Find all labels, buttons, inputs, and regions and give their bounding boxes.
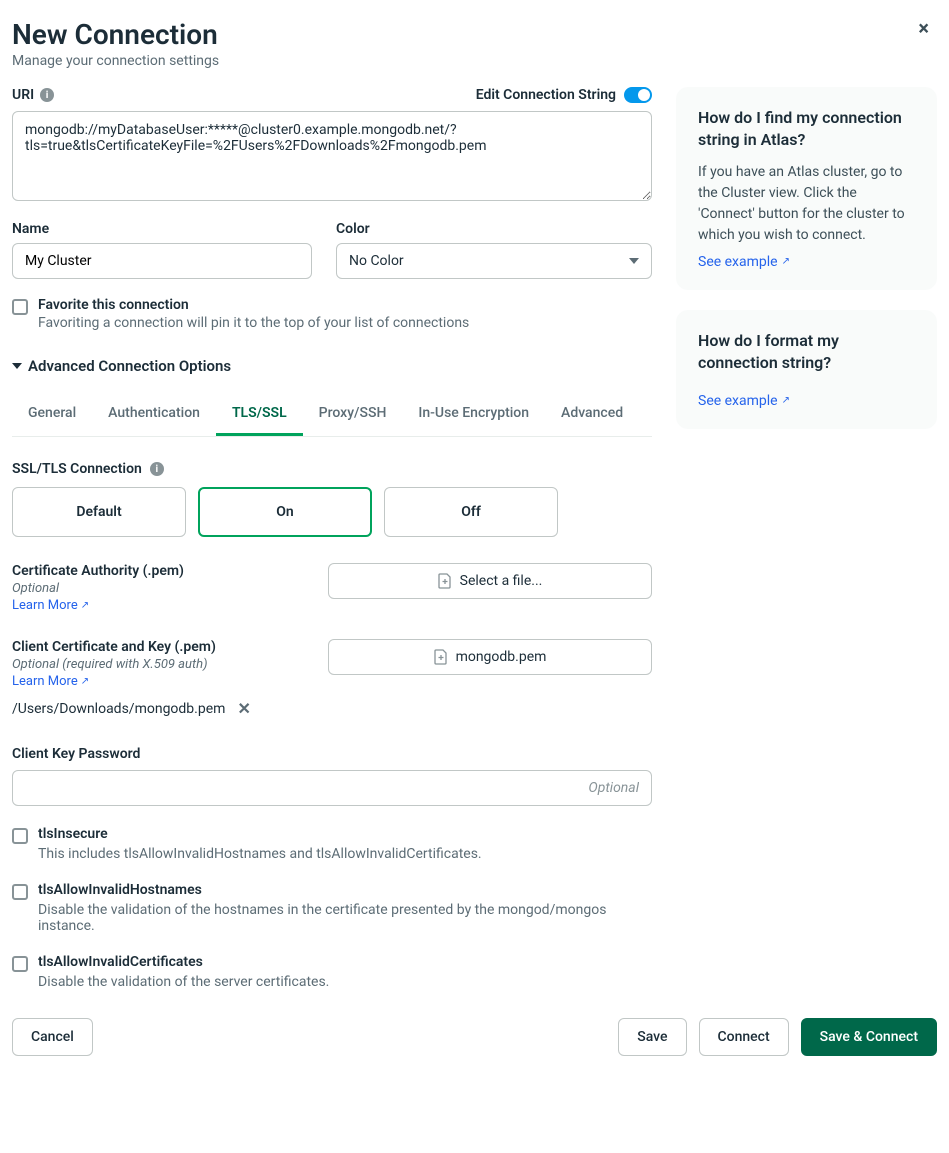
color-select[interactable]: No Color: [336, 243, 652, 279]
name-label: Name: [12, 221, 312, 237]
client-cert-optional: Optional (required with X.509 auth): [12, 657, 312, 672]
chevron-down-icon: [629, 258, 639, 264]
tls-hostnames-checkbox[interactable]: [12, 884, 28, 900]
edit-connection-string-label: Edit Connection String: [476, 87, 616, 103]
external-link-icon: ↗: [782, 395, 790, 406]
tab-general[interactable]: General: [12, 393, 92, 436]
help-card-atlas-body: If you have an Atlas cluster, go to the …: [698, 162, 915, 246]
tls-certs-desc: Disable the validation of the server cer…: [38, 974, 329, 990]
client-key-password-input[interactable]: [12, 770, 652, 806]
chevron-down-icon: [12, 363, 22, 369]
advanced-options-toggle[interactable]: Advanced Connection Options: [12, 357, 652, 375]
client-cert-label: Client Certificate and Key (.pem): [12, 639, 312, 655]
client-cert-filepath: /Users/Downloads/mongodb.pem: [12, 701, 225, 717]
tls-hostnames-desc: Disable the validation of the hostnames …: [38, 902, 652, 934]
advanced-options-label: Advanced Connection Options: [28, 357, 231, 375]
ssl-segment-group: Default On Off: [12, 487, 652, 537]
ca-learn-more-link[interactable]: Learn More ↗: [12, 598, 89, 613]
uri-input[interactable]: [12, 111, 652, 201]
see-example-text: See example: [698, 393, 778, 409]
clear-file-button[interactable]: ✕: [237, 699, 250, 718]
tls-hostnames-title: tlsAllowInvalidHostnames: [38, 882, 652, 898]
name-input[interactable]: [12, 243, 312, 279]
uri-label: URI: [12, 87, 34, 103]
client-cert-file-button[interactable]: mongodb.pem: [328, 639, 652, 675]
tab-tlsssl[interactable]: TLS/SSL: [216, 393, 303, 436]
favorite-desc: Favoriting a connection will pin it to t…: [38, 315, 469, 331]
ssl-option-default[interactable]: Default: [12, 487, 186, 537]
client-cert-learn-more-text: Learn More: [12, 674, 78, 689]
color-label: Color: [336, 221, 652, 237]
see-example-link-1[interactable]: See example ↗: [698, 254, 790, 270]
ca-select-file-button[interactable]: Select a file...: [328, 563, 652, 599]
edit-connection-string-toggle[interactable]: [624, 87, 652, 103]
save-and-connect-button[interactable]: Save & Connect: [801, 1018, 937, 1056]
info-icon[interactable]: i: [150, 462, 164, 476]
ssl-connection-label: SSL/TLS Connection: [12, 461, 142, 477]
help-card-atlas: How do I find my connection string in At…: [676, 87, 937, 290]
tabs: General Authentication TLS/SSL Proxy/SSH…: [12, 393, 652, 437]
file-add-icon: [438, 573, 452, 589]
uri-label-group: URI i: [12, 87, 54, 103]
external-link-icon: ↗: [81, 600, 89, 611]
see-example-link-2[interactable]: See example ↗: [698, 393, 790, 409]
save-button[interactable]: Save: [618, 1018, 686, 1056]
favorite-title: Favorite this connection: [38, 297, 469, 313]
tls-insecure-desc: This includes tlsAllowInvalidHostnames a…: [38, 846, 482, 862]
tls-insecure-title: tlsInsecure: [38, 826, 482, 842]
client-key-password-label: Client Key Password: [12, 746, 140, 762]
ca-select-file-text: Select a file...: [460, 573, 543, 589]
tls-certs-checkbox[interactable]: [12, 956, 28, 972]
see-example-text: See example: [698, 254, 778, 270]
ssl-option-on[interactable]: On: [198, 487, 372, 537]
client-cert-filename: mongodb.pem: [456, 649, 547, 665]
page-subtitle: Manage your connection settings: [12, 53, 219, 69]
color-select-value: No Color: [349, 253, 404, 269]
info-icon[interactable]: i: [40, 88, 54, 102]
ca-learn-more-text: Learn More: [12, 598, 78, 613]
tab-advanced[interactable]: Advanced: [545, 393, 639, 436]
page-title: New Connection: [12, 18, 219, 51]
tab-authentication[interactable]: Authentication: [92, 393, 216, 436]
file-add-icon: [434, 649, 448, 665]
ca-label: Certificate Authority (.pem): [12, 563, 312, 579]
cancel-button[interactable]: Cancel: [12, 1018, 93, 1056]
ca-optional: Optional: [12, 581, 312, 596]
tab-proxyssh[interactable]: Proxy/SSH: [303, 393, 403, 436]
close-button[interactable]: ×: [910, 12, 937, 44]
client-cert-learn-more-link[interactable]: Learn More ↗: [12, 674, 89, 689]
external-link-icon: ↗: [81, 676, 89, 687]
connect-button[interactable]: Connect: [699, 1018, 789, 1056]
ssl-option-off[interactable]: Off: [384, 487, 558, 537]
help-card-format: How do I format my connection string? Se…: [676, 310, 937, 429]
favorite-checkbox[interactable]: [12, 299, 28, 315]
tls-certs-title: tlsAllowInvalidCertificates: [38, 954, 329, 970]
tab-inuse-encryption[interactable]: In-Use Encryption: [402, 393, 545, 436]
help-card-format-title: How do I format my connection string?: [698, 330, 915, 375]
external-link-icon: ↗: [782, 256, 790, 267]
help-card-atlas-title: How do I find my connection string in At…: [698, 107, 915, 152]
tls-insecure-checkbox[interactable]: [12, 828, 28, 844]
